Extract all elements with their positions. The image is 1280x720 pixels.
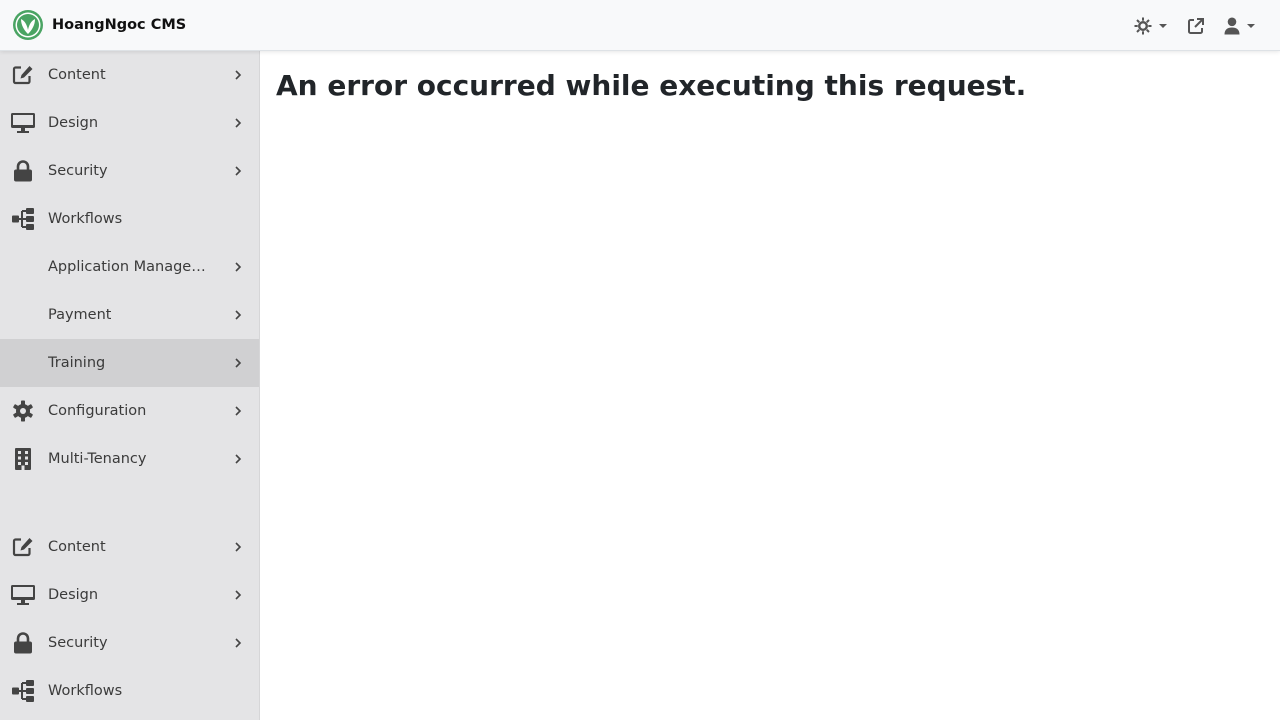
chevron-right-icon xyxy=(235,454,242,464)
building-icon xyxy=(10,447,36,471)
sidebar-item-label: Content xyxy=(48,67,106,83)
lock-icon xyxy=(10,631,36,655)
error-message: An error occurred while executing this r… xyxy=(276,69,1027,102)
chevron-right-icon xyxy=(235,310,242,320)
sidebar-item-label: Content xyxy=(48,539,106,555)
sidebar-item-training[interactable]: Training xyxy=(0,339,259,387)
gear-icon xyxy=(10,399,36,423)
chevron-right-icon xyxy=(235,166,242,176)
admin-menu: Content Design Security Workflows Applic… xyxy=(0,51,259,715)
chevron-down-icon xyxy=(1247,23,1255,28)
external-link-icon xyxy=(1188,17,1204,34)
sidebar-item-workflows[interactable]: Workflows xyxy=(0,667,259,715)
sidebar-item-label: Workflows xyxy=(48,211,123,227)
sidebar-item-multi-tenancy[interactable]: Multi-Tenancy xyxy=(0,435,259,483)
sidebar-item-content[interactable]: Content xyxy=(0,51,259,99)
top-navbar: HoangNgoc CMS xyxy=(0,0,1280,51)
chevron-right-icon xyxy=(235,262,242,272)
sidebar-item-label: Design xyxy=(48,115,99,131)
chevron-right-icon xyxy=(235,542,242,552)
sidebar-item-security[interactable]: Security xyxy=(0,147,259,195)
sidebar-item-label: Security xyxy=(48,635,108,651)
sidebar-item-design[interactable]: Design xyxy=(0,571,259,619)
chevron-down-icon xyxy=(1159,23,1167,28)
theme-toggle-button[interactable] xyxy=(1134,0,1167,51)
preview-site-button[interactable] xyxy=(1187,0,1205,51)
brand-link[interactable]: HoangNgoc CMS xyxy=(12,0,186,51)
chevron-right-icon xyxy=(235,70,242,80)
user-menu-button[interactable] xyxy=(1224,0,1255,51)
sidebar-item-content[interactable]: Content xyxy=(0,523,259,571)
sitemap-icon xyxy=(10,679,36,703)
sidebar-item-label: Workflows xyxy=(48,683,123,699)
chevron-right-icon xyxy=(235,118,242,128)
monitor-icon xyxy=(10,111,36,135)
sitemap-icon xyxy=(10,207,36,231)
app-title: HoangNgoc CMS xyxy=(52,17,187,33)
user-icon xyxy=(1224,17,1240,34)
sidebar-item-label: Application Management xyxy=(48,259,216,275)
chevron-right-icon xyxy=(235,406,242,416)
sidebar-item-workflows[interactable]: Workflows xyxy=(0,195,259,243)
edit-icon xyxy=(10,63,36,87)
chevron-right-icon xyxy=(235,590,242,600)
sidebar-item-application-management[interactable]: Application Management xyxy=(0,243,259,291)
sidebar-spacer xyxy=(0,483,259,523)
sidebar-item-label: Design xyxy=(48,587,99,603)
admin-sidebar: Content Design Security Workflows Applic… xyxy=(0,51,260,720)
sidebar-item-payment[interactable]: Payment xyxy=(0,291,259,339)
lock-icon xyxy=(10,159,36,183)
chevron-right-icon xyxy=(235,358,242,368)
main-content: An error occurred while executing this r… xyxy=(260,51,1280,720)
monitor-icon xyxy=(10,583,36,607)
edit-icon xyxy=(10,535,36,559)
sidebar-item-label: Multi-Tenancy xyxy=(48,451,147,467)
sidebar-item-design[interactable]: Design xyxy=(0,99,259,147)
sidebar-item-security[interactable]: Security xyxy=(0,619,259,667)
sidebar-item-label: Training xyxy=(48,355,106,371)
sidebar-item-configuration[interactable]: Configuration xyxy=(0,387,259,435)
brand-logo-icon xyxy=(13,10,43,40)
sun-gear-icon xyxy=(1134,17,1152,34)
sidebar-item-label: Payment xyxy=(48,307,112,323)
sidebar-item-label: Configuration xyxy=(48,403,147,419)
sidebar-item-label: Security xyxy=(48,163,108,179)
chevron-right-icon xyxy=(235,638,242,648)
